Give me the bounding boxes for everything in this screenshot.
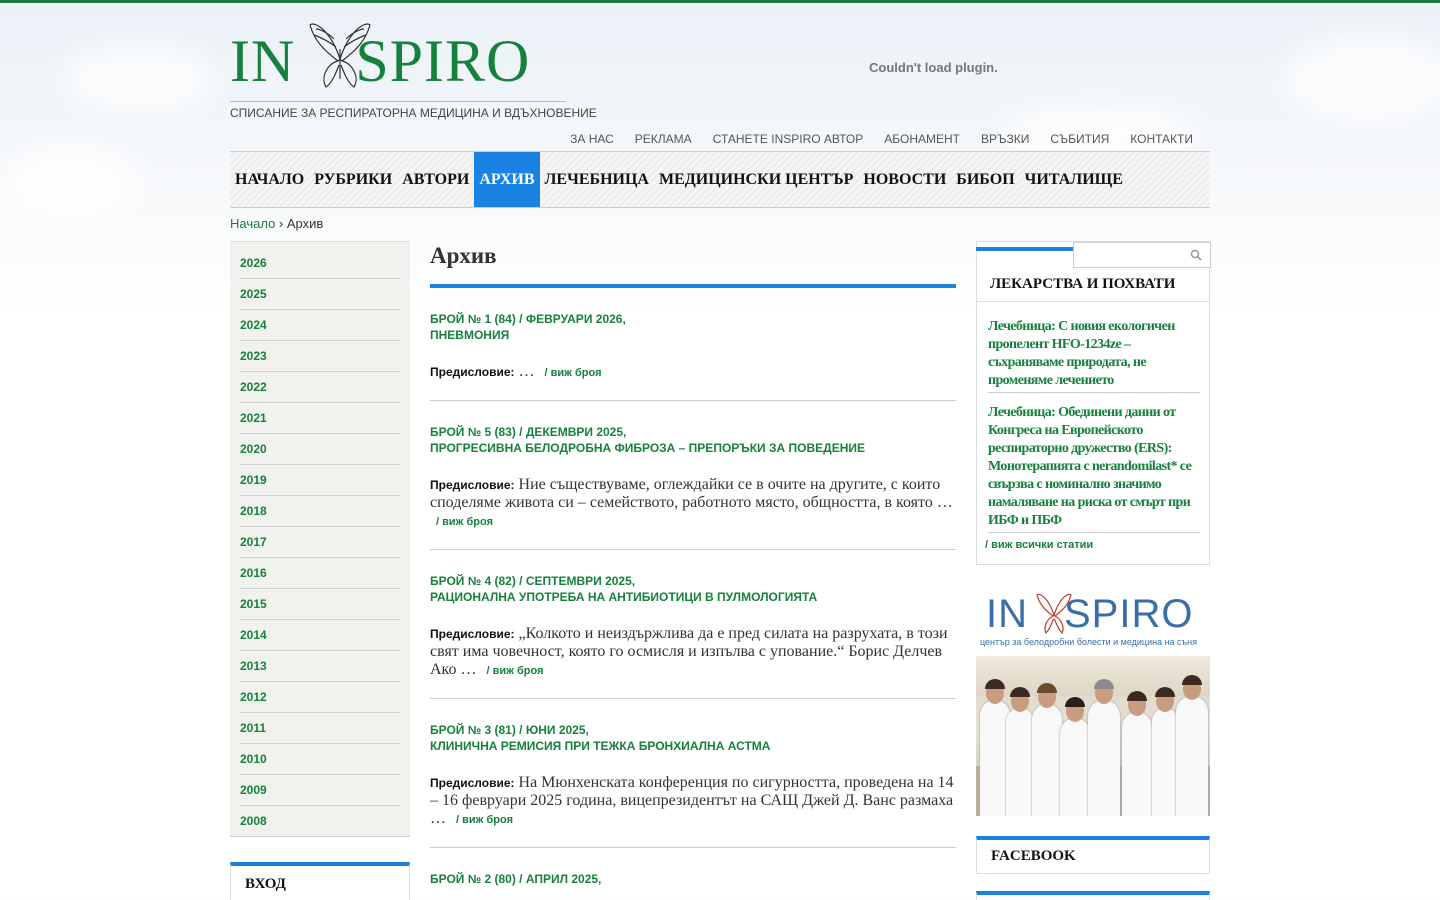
view-issue-link[interactable]: / виж броя bbox=[487, 665, 544, 677]
facebook-widget-title: FACEBOOK bbox=[976, 836, 1210, 874]
preface-label: Предисловие: bbox=[430, 776, 515, 790]
archive-content: Архив БРОЙ № 1 (84) / ФЕВРУАРИ 2026, ПНЕ… bbox=[430, 241, 956, 887]
breadcrumb-separator: › bbox=[278, 216, 284, 231]
year-link[interactable]: 2012 bbox=[240, 682, 400, 713]
drugs-widget-title: ЛЕКАРСТВА И ПОХВАТИ bbox=[977, 268, 1209, 302]
page-wrapper: IN SPIRO СПИСАНИЕ ЗА РЕСПИРАТОРНА МЕДИЦИН… bbox=[230, 3, 1211, 900]
drugs-widget: ЛЕКАРСТВА И ПОХВАТИ Лечебница: С новия е… bbox=[976, 241, 1211, 565]
banner-subtitle: център за белодробни болести и медицина … bbox=[980, 637, 1198, 647]
year-link[interactable]: 2011 bbox=[240, 713, 400, 744]
all-articles-link[interactable]: / виж всички статии bbox=[985, 539, 1093, 551]
issue-excerpt: Предисловие: „Колкото и неиздържлива да … bbox=[430, 625, 956, 698]
login-widget-title[interactable]: ВХОД bbox=[230, 862, 410, 900]
butterfly-logo-icon bbox=[309, 23, 371, 88]
sidebar-article-link[interactable]: Лечебница: С новия екологичен пропелент … bbox=[988, 318, 1200, 393]
issue-title-link[interactable]: БРОЙ № 3 (81) / ЮНИ 2025, КЛИНИЧНА РЕМИС… bbox=[430, 722, 956, 754]
top-nav-item-contacts[interactable]: КОНТАКТИ bbox=[1130, 132, 1193, 146]
year-link[interactable]: 2026 bbox=[240, 248, 400, 279]
sidebar-article-link[interactable]: Лечебница: Обединени данни от Конгреса н… bbox=[988, 404, 1200, 533]
year-link[interactable]: 2018 bbox=[240, 496, 400, 527]
issue-item: БРОЙ № 1 (84) / ФЕВРУАРИ 2026, ПНЕВМОНИЯ… bbox=[430, 288, 956, 401]
breadcrumb-current: Архив bbox=[286, 216, 324, 231]
year-link[interactable]: 2020 bbox=[240, 434, 400, 465]
issue-item: БРОЙ № 3 (81) / ЮНИ 2025, КЛИНИЧНА РЕМИС… bbox=[430, 699, 956, 848]
top-nav: ЗА НАС РЕКЛАМА СТАНЕТЕ INSPIRO АВТОР АБО… bbox=[570, 132, 1193, 146]
logo-wordmark: IN SPIRO bbox=[230, 28, 531, 94]
main-nav-item-authors[interactable]: АВТОРИ bbox=[397, 152, 474, 207]
site-logo[interactable]: IN SPIRO СПИСАНИЕ ЗА РЕСПИРАТОРНА МЕДИЦИН… bbox=[230, 19, 597, 120]
main-nav-item-archive[interactable]: АРХИВ bbox=[474, 152, 540, 207]
view-issue-link[interactable]: / виж броя bbox=[545, 367, 602, 379]
year-link[interactable]: 2021 bbox=[240, 403, 400, 434]
search-icon[interactable] bbox=[1190, 249, 1202, 261]
year-link[interactable]: 2025 bbox=[240, 279, 400, 310]
year-link[interactable]: 2023 bbox=[240, 341, 400, 372]
banner-wordmark: IN SPIRO bbox=[986, 592, 1194, 636]
issue-title-link[interactable]: БРОЙ № 2 (80) / АПРИЛ 2025, bbox=[430, 871, 956, 887]
year-link[interactable]: 2022 bbox=[240, 372, 400, 403]
year-link[interactable]: 2017 bbox=[240, 527, 400, 558]
year-link[interactable]: 2019 bbox=[240, 465, 400, 496]
year-link[interactable]: 2009 bbox=[240, 775, 400, 806]
butterfly-logo-icon bbox=[1036, 593, 1072, 635]
top-nav-item-about[interactable]: ЗА НАС bbox=[570, 132, 614, 146]
year-list: 2026 2025 2024 2023 2022 2021 2020 2019 … bbox=[230, 241, 410, 837]
issue-excerpt: Предисловие: Ние съществуваме, оглеждайк… bbox=[430, 476, 956, 549]
main-nav-item-bibop[interactable]: БИБОП bbox=[951, 152, 1019, 207]
issue-item: БРОЙ № 4 (82) / СЕПТЕМВРИ 2025, РАЦИОНАЛ… bbox=[430, 550, 956, 699]
preface-label: Предисловие: bbox=[430, 627, 515, 641]
main-nav-item-home[interactable]: НАЧАЛО bbox=[230, 152, 309, 207]
year-link[interactable]: 2016 bbox=[240, 558, 400, 589]
medical-center-banner[interactable]: IN SPIRO център за белодробни болести и м… bbox=[976, 591, 1210, 816]
main-nav: НАЧАЛО РУБРИКИ АВТОРИ АРХИВ ЛЕЧЕБНИЦА МЕ… bbox=[230, 151, 1210, 208]
breadcrumb-home-link[interactable]: Начало bbox=[230, 216, 275, 231]
year-link[interactable]: 2015 bbox=[240, 589, 400, 620]
top-nav-item-advertising[interactable]: РЕКЛАМА bbox=[635, 132, 692, 146]
view-issue-link[interactable]: / виж броя bbox=[436, 516, 493, 528]
issue-title-link[interactable]: БРОЙ № 1 (84) / ФЕВРУАРИ 2026, ПНЕВМОНИЯ bbox=[430, 311, 956, 343]
preface-label: Предисловие: bbox=[430, 478, 515, 492]
top-nav-item-events[interactable]: СЪБИТИЯ bbox=[1050, 132, 1109, 146]
preface-label: Предисловие: bbox=[430, 365, 515, 379]
breadcrumb: Начало › Архив bbox=[230, 216, 323, 231]
year-link[interactable]: 2024 bbox=[240, 310, 400, 341]
top-nav-item-subscription[interactable]: АБОНАМЕНТ bbox=[884, 132, 960, 146]
issue-excerpt: Предисловие: На Мюнхенската конференция … bbox=[430, 774, 956, 847]
main-nav-item-medical-center[interactable]: МЕДИЦИНСКИ ЦЕНТЪР bbox=[654, 152, 858, 207]
main-nav-item-reading-room[interactable]: ЧИТАЛИЩЕ bbox=[1020, 152, 1128, 207]
staff-photo bbox=[976, 656, 1210, 816]
top-nav-item-become-author[interactable]: СТАНЕТЕ INSPIRO АВТОР bbox=[713, 132, 864, 146]
widget-accent-bar bbox=[976, 247, 1074, 251]
issue-item: БРОЙ № 5 (83) / ДЕКЕМВРИ 2025, ПРОГРЕСИВ… bbox=[430, 401, 956, 550]
main-nav-item-news[interactable]: НОВОСТИ bbox=[858, 152, 951, 207]
main-nav-item-clinic[interactable]: ЛЕЧЕБНИЦА bbox=[540, 152, 654, 207]
issue-item: БРОЙ № 2 (80) / АПРИЛ 2025, bbox=[430, 848, 956, 887]
view-issue-link[interactable]: / виж броя bbox=[456, 814, 513, 826]
main-nav-item-categories[interactable]: РУБРИКИ bbox=[309, 152, 397, 207]
year-link[interactable]: 2014 bbox=[240, 620, 400, 651]
search-input[interactable] bbox=[1073, 242, 1211, 268]
next-widget-header bbox=[976, 891, 1210, 900]
year-link[interactable]: 2010 bbox=[240, 744, 400, 775]
issue-excerpt: Предисловие: … / виж броя bbox=[430, 363, 956, 400]
year-link[interactable]: 2008 bbox=[240, 806, 400, 837]
site-tagline: СПИСАНИЕ ЗА РЕСПИРАТОРНА МЕДИЦИНА И ВДЪХ… bbox=[230, 101, 597, 120]
excerpt-text: … bbox=[518, 363, 535, 380]
issue-title-link[interactable]: БРОЙ № 4 (82) / СЕПТЕМВРИ 2025, РАЦИОНАЛ… bbox=[430, 573, 956, 605]
year-link[interactable]: 2013 bbox=[240, 651, 400, 682]
top-nav-item-links[interactable]: ВРЪЗКИ bbox=[981, 132, 1029, 146]
issue-title-link[interactable]: БРОЙ № 5 (83) / ДЕКЕМВРИ 2025, ПРОГРЕСИВ… bbox=[430, 424, 956, 456]
plugin-error-text: Couldn't load plugin. bbox=[869, 60, 998, 75]
page-title: Архив bbox=[430, 241, 956, 288]
